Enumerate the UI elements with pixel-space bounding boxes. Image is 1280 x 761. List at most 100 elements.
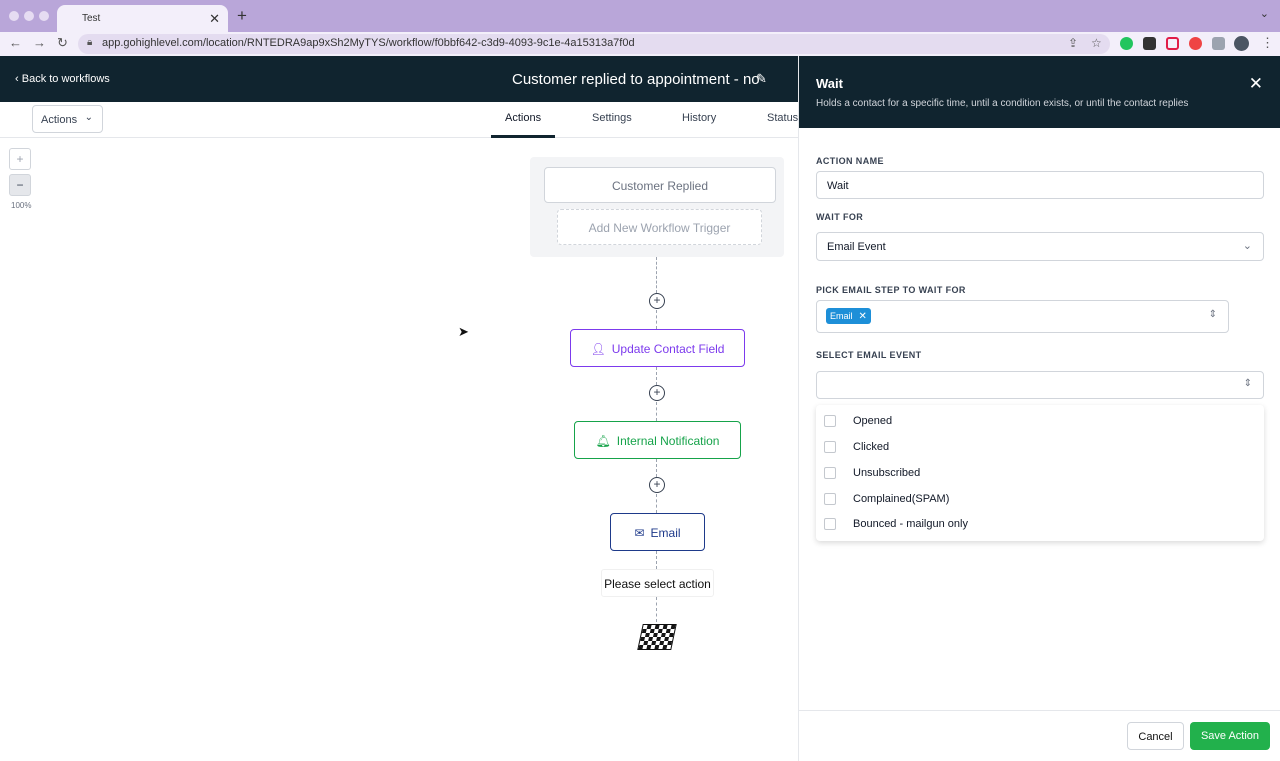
maximize-window-button[interactable] — [39, 11, 49, 21]
connector-line — [656, 402, 657, 421]
node-label: Update Contact Field — [611, 342, 725, 356]
email-chip: Email ✕ — [826, 308, 871, 324]
forward-arrow-icon[interactable]: → — [33, 35, 46, 50]
zoom-out-button[interactable]: − — [9, 174, 31, 196]
select-action-placeholder[interactable]: Please select action — [601, 569, 714, 597]
tab-settings[interactable]: Settings — [592, 112, 632, 124]
tab-history[interactable]: History — [682, 112, 716, 124]
tab-actions[interactable]: Actions — [505, 112, 541, 124]
add-step-button[interactable]: + — [649, 385, 665, 401]
add-step-button[interactable]: + — [649, 293, 665, 309]
wait-for-value: Email Event — [827, 241, 886, 253]
back-to-workflows-link[interactable]: ‹ Back to workflows — [15, 73, 110, 85]
share-icon[interactable]: ⇪ — [1068, 36, 1078, 50]
zoom-level: 100% — [11, 201, 32, 210]
chip-label: Email — [830, 311, 853, 321]
connector-line — [656, 597, 657, 622]
tab-status[interactable]: Status — [767, 112, 798, 124]
action-name-input[interactable]: Wait — [816, 171, 1264, 199]
wait-for-select[interactable]: Email Event ⌄ — [816, 232, 1264, 261]
pencil-icon[interactable]: ✎ — [756, 71, 767, 87]
event-option-opened[interactable]: Opened — [816, 409, 1264, 435]
node-label: Internal Notification — [616, 434, 720, 448]
close-window-button[interactable] — [9, 11, 19, 21]
envelope-icon: ✉ — [634, 526, 645, 540]
chevron-down-icon[interactable]: ⌄ — [1260, 7, 1269, 20]
reload-icon[interactable]: ↻ — [57, 35, 68, 51]
bell-icon: 🔔︎ — [595, 434, 611, 448]
event-option-bounced[interactable]: Bounced - mailgun only — [816, 512, 1264, 538]
checkbox[interactable] — [824, 518, 836, 530]
panel-description: Holds a contact for a specific time, unt… — [816, 98, 1189, 109]
chevron-left-icon: ‹ — [15, 73, 22, 85]
updown-caret-icon: ⇕ — [1208, 309, 1217, 320]
new-tab-icon[interactable]: + — [237, 6, 247, 26]
option-label: Clicked — [853, 441, 890, 453]
option-label: Opened — [853, 415, 893, 427]
more-menu-icon[interactable]: ⋮ — [1261, 35, 1274, 51]
workflow-title: Customer replied to appointment - no — [512, 71, 760, 88]
extension-dark-icon[interactable] — [1143, 37, 1156, 50]
star-icon[interactable]: ☆ — [1091, 36, 1102, 50]
browser-tab-bar: Test ✕ + ⌄ — [0, 0, 1280, 32]
email-event-dropdown: Opened Clicked Unsubscribed Complained(S… — [816, 405, 1264, 541]
checkbox[interactable] — [824, 493, 836, 505]
add-trigger-button[interactable]: Add New Workflow Trigger — [557, 209, 762, 245]
chevron-down-icon: ⌄ — [1242, 240, 1252, 252]
browser-tab-title: Test — [82, 13, 101, 24]
address-bar: ← → ↻ 🔒︎ app.gohighlevel.com/location/RN… — [0, 32, 1280, 56]
pick-email-select[interactable]: Email ✕ ⇕ — [816, 300, 1229, 333]
workflow-toolbar: Actions ⌄ Actions Settings History Statu… — [0, 102, 800, 138]
panel-title: Wait — [816, 76, 843, 91]
wait-for-label: WAIT FOR — [816, 212, 864, 222]
user-edit-icon: 👤︎ — [590, 342, 606, 356]
active-tab-indicator — [491, 135, 555, 138]
minimize-window-button[interactable] — [24, 11, 34, 21]
event-option-clicked[interactable]: Clicked — [816, 435, 1264, 461]
add-step-button[interactable]: + — [649, 477, 665, 493]
zoom-in-button[interactable]: + — [9, 148, 31, 170]
chevron-down-icon: ⌄ — [84, 112, 93, 123]
checkbox[interactable] — [824, 441, 836, 453]
select-email-event-label: SELECT EMAIL EVENT — [816, 350, 922, 360]
back-label: Back to workflows — [21, 73, 110, 85]
url-field[interactable]: 🔒︎ app.gohighlevel.com/location/RNTEDRA9… — [78, 34, 1110, 54]
connector-line — [656, 310, 657, 329]
node-internal-notification[interactable]: 🔔︎ Internal Notification — [574, 421, 741, 459]
panel-header: Wait Holds a contact for a specific time… — [799, 56, 1280, 128]
option-label: Complained(SPAM) — [853, 493, 950, 505]
close-tab-icon[interactable]: ✕ — [209, 11, 220, 27]
pick-email-label: PICK EMAIL STEP TO WAIT FOR — [816, 285, 966, 295]
browser-tab[interactable]: Test ✕ — [57, 5, 228, 32]
wait-action-panel: Wait Holds a contact for a specific time… — [798, 56, 1280, 761]
actions-dropdown[interactable]: Actions ⌄ — [32, 105, 103, 133]
back-arrow-icon[interactable]: ← — [9, 35, 22, 50]
finish-flag-icon — [637, 624, 677, 650]
updown-caret-icon: ⇕ — [1243, 378, 1252, 389]
event-option-complained[interactable]: Complained(SPAM) — [816, 487, 1264, 513]
lock-icon: 🔒︎ — [87, 37, 93, 48]
checkbox[interactable] — [824, 467, 836, 479]
close-icon[interactable]: ✕ — [1249, 74, 1263, 94]
node-update-contact-field[interactable]: 👤︎ Update Contact Field — [570, 329, 745, 367]
event-option-unsubscribed[interactable]: Unsubscribed — [816, 461, 1264, 487]
save-action-button[interactable]: Save Action — [1190, 722, 1270, 750]
extension-red-icon[interactable] — [1166, 37, 1179, 50]
node-email[interactable]: ✉ Email — [610, 513, 705, 551]
trigger-customer-replied[interactable]: Customer Replied — [544, 167, 776, 203]
puzzle-icon[interactable] — [1212, 37, 1225, 50]
extension-green-icon[interactable] — [1120, 37, 1133, 50]
url-text: app.gohighlevel.com/location/RNTEDRA9ap9… — [102, 37, 635, 49]
remove-chip-icon[interactable]: ✕ — [859, 311, 867, 322]
cancel-button[interactable]: Cancel — [1127, 722, 1184, 750]
action-name-label: ACTION NAME — [816, 156, 884, 166]
extension-orange-icon[interactable] — [1189, 37, 1202, 50]
panel-footer-divider — [799, 710, 1280, 711]
select-email-event-input[interactable]: ⇕ — [816, 371, 1264, 399]
connector-line — [656, 367, 657, 385]
checkbox[interactable] — [824, 415, 836, 427]
mouse-cursor-icon: ➤ — [458, 324, 469, 339]
connector-line — [656, 494, 657, 513]
avatar[interactable] — [1234, 36, 1249, 51]
option-label: Bounced - mailgun only — [853, 518, 968, 530]
